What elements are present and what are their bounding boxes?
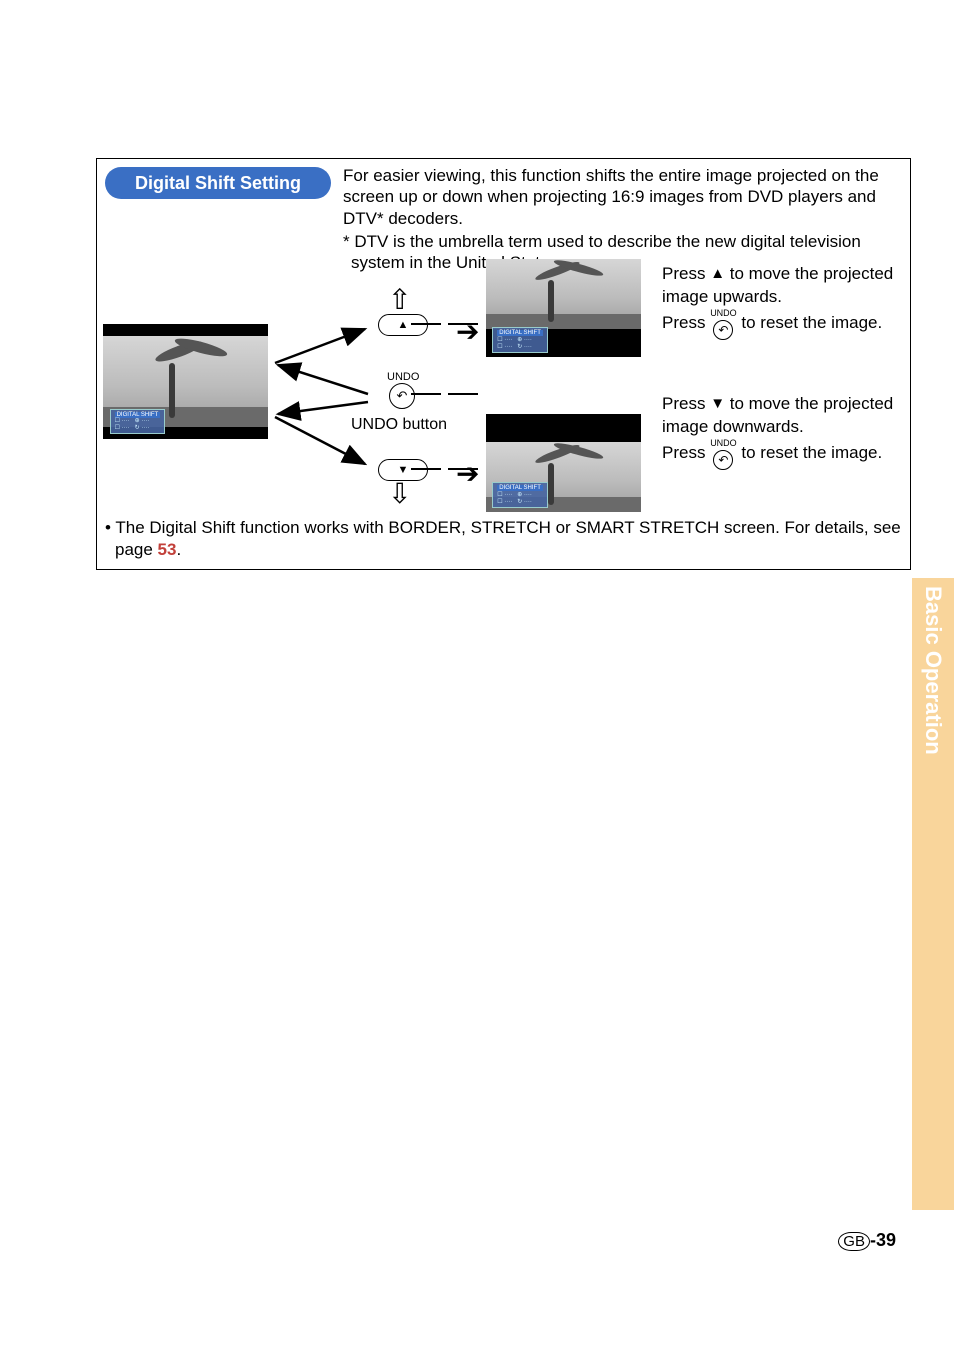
triangle-up-icon: ▲ <box>710 265 725 282</box>
txt: to reset the image. <box>737 313 883 332</box>
undo-caption: UNDO button <box>351 416 447 434</box>
diagram: DIGITAL SHIFT☐ ···· ⊕ ····☐ ···· ↻ ···· … <box>103 259 658 519</box>
txt: Press <box>662 264 710 283</box>
page-footer: GB-39 <box>838 1230 896 1251</box>
page-ref[interactable]: 53 <box>158 540 177 559</box>
intro-main: For easier viewing, this function shifts… <box>343 166 879 228</box>
triangle-down-icon: ▼ <box>710 395 725 412</box>
section-title-pill: Digital Shift Setting <box>105 167 331 199</box>
region-badge: GB <box>838 1232 870 1251</box>
osd-title: DIGITAL SHIFT <box>497 330 543 336</box>
note-text: The Digital Shift function works with BO… <box>111 518 901 559</box>
osd-title: DIGITAL SHIFT <box>115 412 161 418</box>
section-tab-label: Basic Operation <box>920 586 946 755</box>
osd-overlay: DIGITAL SHIFT☐ ···· ⊕ ····☐ ···· ↻ ···· <box>492 482 548 508</box>
arrow-right-icon: ➔ <box>456 457 479 490</box>
txt: Press <box>662 443 710 462</box>
undo-mini-label: UNDO <box>710 439 737 448</box>
txt: Press <box>662 313 710 332</box>
undo-mini-label: UNDO <box>710 309 737 318</box>
intro-text: For easier viewing, this function shifts… <box>343 165 903 273</box>
note-text-end: . <box>176 540 181 559</box>
arrow-up-icon: ⇧ <box>388 283 411 316</box>
projector-screen-shifted-up: DIGITAL SHIFT☐ ···· ⊕ ····☐ ···· ↻ ···· <box>486 259 641 357</box>
osd-overlay: DIGITAL SHIFT☐ ···· ⊕ ····☐ ···· ↻ ···· <box>110 409 166 435</box>
remote-up-button[interactable]: ▲ <box>378 314 428 336</box>
instruction-down: Press ▼ to move the projected image down… <box>662 393 902 471</box>
arrow-right-icon: ➔ <box>456 315 479 348</box>
footnote: • The Digital Shift function works with … <box>105 517 905 561</box>
section-title-text: Digital Shift Setting <box>135 173 301 194</box>
txt: to reset the image. <box>737 443 883 462</box>
page-number: -39 <box>870 1230 896 1250</box>
content-box: Digital Shift Setting For easier viewing… <box>96 158 911 570</box>
instruction-up: Press ▲ to move the projected image upwa… <box>662 263 902 341</box>
remote-undo-button[interactable]: ↶ <box>389 383 415 409</box>
osd-overlay: DIGITAL SHIFT☐ ···· ⊕ ····☐ ···· ↻ ···· <box>492 327 548 353</box>
section-tab: Basic Operation <box>912 578 954 1210</box>
txt: Press <box>662 394 710 413</box>
arrow-down-icon: ⇩ <box>388 477 411 510</box>
manual-page: Basic Operation GB-39 Digital Shift Sett… <box>0 0 954 1346</box>
undo-small-label: UNDO <box>387 371 419 383</box>
osd-title: DIGITAL SHIFT <box>497 485 543 491</box>
undo-icon: UNDO↶ <box>710 309 737 341</box>
projector-screen-shifted-down: DIGITAL SHIFT☐ ···· ⊕ ····☐ ···· ↻ ···· <box>486 414 641 512</box>
projector-screen-center: DIGITAL SHIFT☐ ···· ⊕ ····☐ ···· ↻ ···· <box>103 324 268 439</box>
undo-icon: UNDO↶ <box>710 439 737 471</box>
